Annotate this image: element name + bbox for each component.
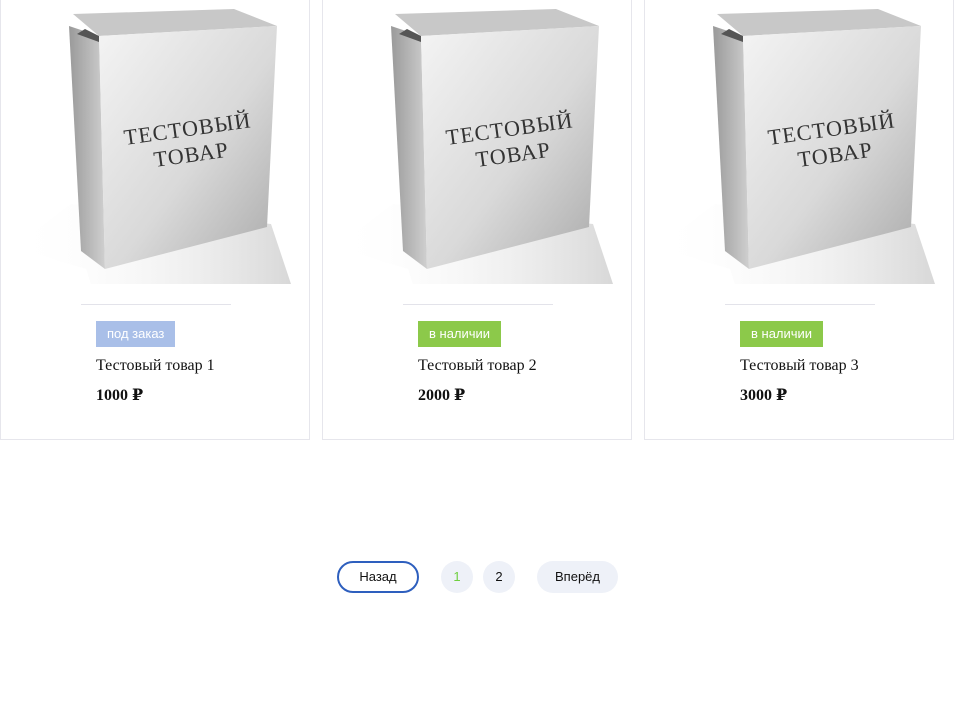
- currency-symbol: ₽: [454, 387, 466, 404]
- price-value: 3000: [740, 387, 772, 404]
- currency-symbol: ₽: [132, 387, 144, 404]
- pagination: Назад 1 2 Вперёд: [0, 561, 957, 593]
- product-grid: ТЕСТОВЫЙ ТОВАР под заказ Тестовый товар …: [0, 0, 957, 441]
- page-2-button[interactable]: 2: [483, 561, 515, 593]
- product-card[interactable]: ТЕСТОВЫЙ ТОВАР в наличии Тестовый товар …: [322, 0, 632, 440]
- product-price: 1000 ₽: [96, 385, 143, 405]
- next-page-button[interactable]: Вперёд: [537, 561, 618, 593]
- availability-badge: под заказ: [96, 321, 176, 347]
- prev-page-button[interactable]: Назад: [337, 561, 419, 593]
- product-image[interactable]: ТЕСТОВЫЙ ТОВАР: [323, 0, 633, 289]
- card-divider: [81, 304, 231, 305]
- page-1-button[interactable]: 1: [441, 561, 473, 593]
- product-price: 2000 ₽: [418, 385, 465, 405]
- availability-badge: в наличии: [740, 321, 824, 347]
- product-price: 3000 ₽: [740, 385, 787, 405]
- product-name[interactable]: Тестовый товар 3: [740, 357, 859, 375]
- card-divider: [403, 304, 553, 305]
- product-name[interactable]: Тестовый товар 1: [96, 357, 215, 375]
- card-divider: [725, 304, 875, 305]
- product-image[interactable]: ТЕСТОВЫЙ ТОВАР: [645, 0, 955, 289]
- currency-symbol: ₽: [776, 387, 788, 404]
- product-card[interactable]: ТЕСТОВЫЙ ТОВАР в наличии Тестовый товар …: [644, 0, 954, 440]
- price-value: 2000: [418, 387, 450, 404]
- product-image[interactable]: ТЕСТОВЫЙ ТОВАР: [1, 0, 311, 289]
- availability-badge: в наличии: [418, 321, 502, 347]
- product-name[interactable]: Тестовый товар 2: [418, 357, 537, 375]
- product-card[interactable]: ТЕСТОВЫЙ ТОВАР под заказ Тестовый товар …: [0, 0, 310, 440]
- price-value: 1000: [96, 387, 128, 404]
